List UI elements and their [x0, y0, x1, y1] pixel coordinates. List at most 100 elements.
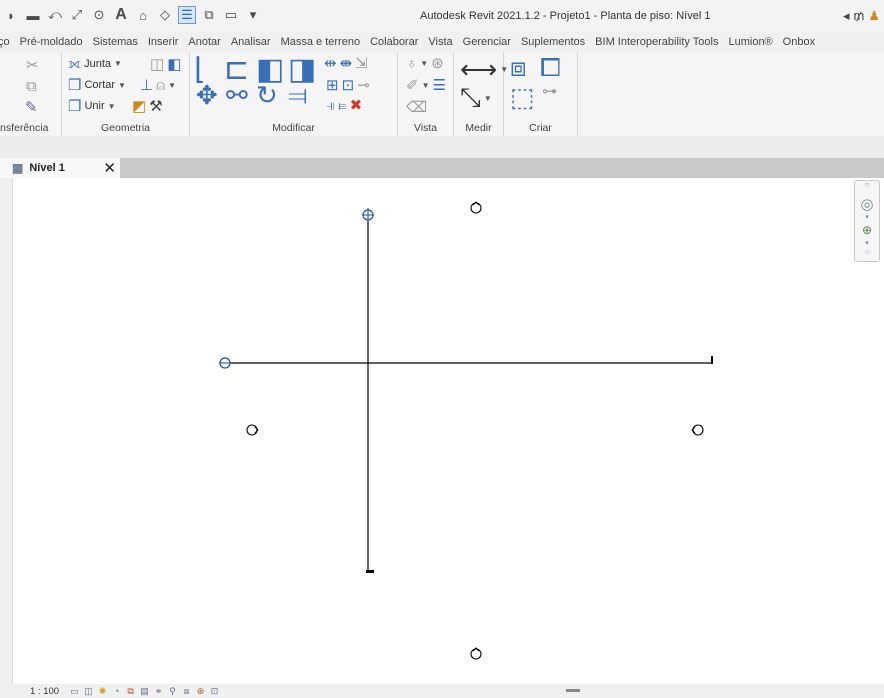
geometry-tool-1[interactable]: ◫ ◧	[150, 55, 181, 73]
close-icon[interactable]: ✕	[103, 159, 116, 177]
view-scale[interactable]: 1 : 100	[30, 686, 59, 697]
chevron-down-icon[interactable]: ▾	[855, 213, 879, 221]
user-icon[interactable]: ♟	[868, 8, 880, 24]
text-icon[interactable]: A	[112, 6, 130, 24]
copy-clipboard-button[interactable]: ⧉	[26, 78, 37, 95]
measure-button[interactable]: ⟷ ▼	[460, 54, 508, 85]
save-icon[interactable]: ▬	[24, 6, 42, 24]
floor-plan-drawing[interactable]	[13, 178, 884, 684]
zoom-icon[interactable]: ⊕	[855, 223, 879, 237]
switch-windows-icon[interactable]: ▭	[222, 6, 240, 24]
tab-anotar[interactable]: Anotar	[183, 36, 225, 48]
grid-line-end-marker	[711, 356, 713, 364]
chevron-down-icon: ▼	[114, 59, 122, 68]
create-group-button[interactable]: ⬚	[510, 82, 535, 113]
rotate-button[interactable]: ↻	[256, 80, 278, 111]
worksharing-icon[interactable]: ⧈	[181, 686, 192, 696]
measure-icon[interactable]: ⤢	[68, 6, 86, 24]
elevation-marker-south[interactable]	[470, 647, 482, 660]
show-crop-icon[interactable]: ▤	[139, 686, 150, 696]
sun-path-icon[interactable]: ✺	[97, 686, 108, 696]
quick-access-toolbar: ◗ ▬ ⤺ ⤢ ⊙ A ⌂ ◇ ☰ ⧉ ▭ ▾	[2, 6, 262, 24]
temporary-hide-icon[interactable]: ⚭	[153, 686, 164, 696]
create-parts-button[interactable]: ⧠	[540, 52, 561, 84]
panel-label-vista: Vista	[413, 122, 438, 134]
steering-wheel-icon[interactable]: ◎	[855, 195, 879, 213]
hide-element-button[interactable]: ♁ ▼ ⊛	[406, 54, 444, 73]
panel-vista: ♁ ▼ ⊛ ✐ ▼ ☰ ⌫ Vista	[398, 52, 454, 136]
tab-bim-interoperability[interactable]: BIM Interoperability Tools	[590, 36, 723, 48]
similar-button[interactable]: ⊶	[542, 82, 557, 100]
create-assembly-button[interactable]: ⧈	[510, 52, 527, 84]
demolish-icon: ⍝	[156, 76, 166, 94]
trim-extend-button[interactable]: ⫣ ⫢ ✖	[326, 96, 363, 115]
split-icon: ⇹	[324, 55, 337, 72]
split-element-button[interactable]: ⇹ ⇼ ⇲	[324, 54, 368, 72]
elevation-marker-north[interactable]	[470, 201, 482, 214]
chevron-left-icon[interactable]: ◂	[843, 8, 850, 24]
trim-button[interactable]: ⫤	[288, 80, 308, 112]
tab-aco[interactable]: ço	[0, 36, 15, 48]
chevron-down-icon[interactable]: ▾	[855, 239, 879, 247]
visual-style-icon[interactable]: ◫	[83, 686, 94, 696]
shadows-icon[interactable]: ◔	[111, 686, 122, 696]
copy-button[interactable]: ⚯	[226, 80, 248, 111]
unir-button[interactable]: ❐ Unir ▼	[68, 97, 116, 115]
elevation-marker-west[interactable]	[246, 424, 259, 436]
tab-vista[interactable]: Vista	[423, 36, 457, 48]
tab-suplementos[interactable]: Suplementos	[516, 36, 590, 48]
tab-sistemas[interactable]: Sistemas	[88, 36, 143, 48]
tab-analisar[interactable]: Analisar	[226, 36, 276, 48]
section-icon[interactable]: ◇	[156, 6, 174, 24]
move-button[interactable]: ✥	[196, 80, 218, 111]
grid-bubble-top[interactable]	[362, 208, 374, 222]
hammer-icon: ⚒	[149, 98, 163, 115]
binoculars-icon[interactable]: ₥	[854, 8, 865, 24]
crop-view-icon[interactable]: ⧉	[125, 686, 136, 696]
tag-icon[interactable]: ⊙	[90, 6, 108, 24]
constraints-icon[interactable]: ⊡	[209, 686, 220, 696]
elevation-marker-east[interactable]	[691, 424, 704, 436]
tab-massa-terreno[interactable]: Massa e terreno	[276, 36, 365, 48]
cortar-button[interactable]: ❒ Cortar ▼	[68, 76, 126, 94]
copy-icon: ⧉	[26, 78, 37, 95]
close-hidden-icon[interactable]: ⧉	[200, 6, 218, 24]
cope-icon: ◫	[150, 56, 165, 73]
grid-bubble-left[interactable]	[219, 357, 231, 369]
analytical-model-icon[interactable]: ⊛	[195, 686, 206, 696]
view-tab-nivel-1[interactable]: ▦ Nível 1 ✕	[0, 158, 120, 178]
nav-close-icon[interactable]: ○	[855, 180, 879, 189]
junta-button[interactable]: ⟗ Junta ▼	[68, 55, 122, 72]
delete-icon: ✖	[349, 97, 363, 114]
nav-options-icon[interactable]: ○	[855, 249, 879, 256]
drawing-canvas[interactable]	[12, 178, 884, 684]
thin-lines-icon[interactable]: ☰	[178, 6, 196, 24]
aligned-dimension-button[interactable]: ⤡ ▼	[460, 82, 492, 114]
tab-onbox[interactable]: Onbox	[778, 36, 820, 48]
paint-view-button[interactable]: ⌫	[406, 98, 427, 116]
tab-gerenciar[interactable]: Gerenciar	[458, 36, 516, 48]
linework-icon: ☰	[432, 77, 446, 94]
match-properties-button[interactable]: ✎	[25, 98, 38, 116]
tab-colaborar[interactable]: Colaborar	[365, 36, 423, 48]
tab-pre-moldado[interactable]: Pré-moldado	[15, 36, 88, 48]
horizontal-scrollbar[interactable]	[566, 689, 580, 692]
tab-inserir[interactable]: Inserir	[143, 36, 184, 48]
join-geometry-icon: ❐	[68, 98, 82, 115]
geometry-tool-3[interactable]: ◩ ⚒	[132, 97, 163, 115]
ribbon: ✂ ⧉ ✎ nsferência ⟗ Junta ▼ ◫ ◧ ❒ Cortar ▼…	[0, 52, 884, 136]
cut-geometry-icon: ❒	[68, 77, 82, 94]
undo-icon[interactable]: ⤺	[46, 6, 64, 24]
cut-clipboard-button[interactable]: ✂	[26, 56, 39, 74]
detail-level-icon[interactable]: ▭	[69, 686, 80, 696]
tab-lumion[interactable]: Lumion®	[723, 36, 777, 48]
geometry-tool-2[interactable]: ⊥ ⍝ ▼	[140, 76, 176, 95]
override-graphics-button[interactable]: ✐ ▼ ☰	[406, 76, 446, 94]
reveal-hidden-icon[interactable]: ⚲	[167, 686, 178, 696]
3d-view-icon[interactable]: ⌂	[134, 6, 152, 24]
view-tab-bar: ▦ Nível 1 ✕	[0, 158, 884, 178]
array-button[interactable]: ⊞ ⊡ ⊸	[326, 76, 370, 94]
open-icon[interactable]: ◗	[2, 6, 20, 24]
customize-icon[interactable]: ▾	[244, 6, 262, 24]
junta-label: Junta	[84, 57, 112, 70]
